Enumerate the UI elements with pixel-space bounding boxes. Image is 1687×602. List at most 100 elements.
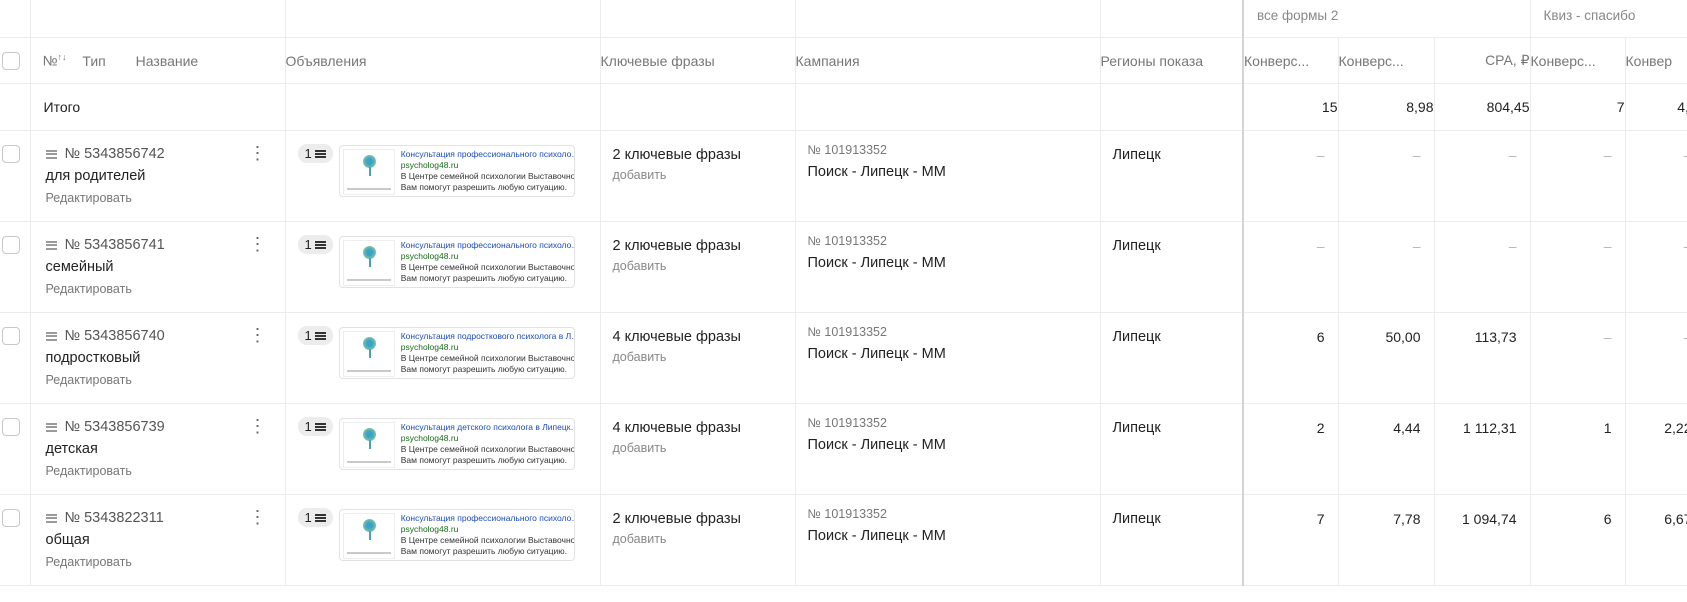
campaign-name[interactable]: Поиск - Липецк - ММ [808, 164, 1100, 180]
ad-body: В Центре семейной психологии Выставочной… [400, 262, 575, 283]
metric-value: 7,78 [1393, 511, 1421, 527]
header-phrases[interactable]: Ключевые фразы [600, 37, 796, 84]
row-checkbox[interactable] [2, 509, 20, 527]
more-menu-icon[interactable]: ⋮ [249, 235, 267, 253]
region: Липецк [1112, 329, 1161, 345]
ad-preview[interactable]: Консультация детского психолога в Липецк… [338, 418, 575, 470]
ad-domain: psycholog48.ru [400, 251, 459, 261]
header-regions[interactable]: Регионы показа [1100, 37, 1244, 84]
header-conversions-4[interactable]: Конвер [1625, 37, 1687, 84]
ad-preview[interactable]: Консультация подросткового психолога в Л… [338, 327, 575, 379]
table-row: № 5343822311 общая Редактировать ⋮ 1 Консульт… [0, 494, 1687, 586]
group-name[interactable]: семейный [46, 259, 285, 275]
table-row: № 5343856742 для родителей Редактировать ⋮ 1… [0, 130, 1687, 222]
edit-link[interactable]: Редактировать [46, 373, 285, 387]
metric-value: – [1316, 238, 1325, 254]
row-checkbox[interactable] [2, 145, 20, 163]
group-header-all-forms: все формы 2 [1242, 0, 1531, 38]
edit-link[interactable]: Редактировать [46, 464, 285, 478]
phrases-count[interactable]: 4 ключевые фразы [613, 420, 795, 436]
ad-body: В Центре семейной психологии Выставочной… [400, 171, 575, 192]
group-name[interactable]: подростковый [46, 350, 285, 366]
add-phrases-link[interactable]: добавить [613, 532, 795, 546]
header-id[interactable]: №↑↓ [43, 52, 67, 69]
ad-title: Консультация детского психолога в Липецк… [400, 422, 575, 432]
metric-value: – [1412, 238, 1421, 254]
table-row: № 5343856740 подростковый Редактировать ⋮ 1 К… [0, 312, 1687, 404]
select-all-checkbox[interactable] [2, 51, 20, 70]
phrases-count[interactable]: 4 ключевые фразы [613, 329, 795, 345]
campaign-id: № 101913352 [807, 234, 887, 248]
phrases-count[interactable]: 2 ключевые фразы [613, 147, 795, 163]
more-menu-icon[interactable]: ⋮ [249, 144, 267, 162]
region: Липецк [1112, 511, 1161, 527]
group-name[interactable]: детская [46, 441, 285, 457]
ad-body: В Центре семейной психологии Выставочной… [400, 535, 575, 556]
header-conversions-3[interactable]: Конверс... [1530, 37, 1626, 84]
ads-count-badge[interactable]: 1 [297, 508, 333, 527]
campaign-name[interactable]: Поиск - Липецк - ММ [808, 437, 1100, 453]
ad-groups-table: все формы 2 Квиз - спасибо №↑↓ Тип Назва… [0, 0, 1687, 586]
list-icon [314, 331, 326, 340]
ad-preview[interactable]: Консультация профессионального психолога… [338, 509, 575, 561]
ads-count-badge[interactable]: 1 [297, 144, 333, 163]
ad-preview[interactable]: Консультация профессионального психолога… [338, 145, 575, 197]
ad-title: Консультация профессионального психолога… [400, 513, 575, 523]
group-name[interactable]: для родителей [46, 168, 285, 184]
campaign-name[interactable]: Поиск - Липецк - ММ [808, 255, 1100, 271]
metric-value: 2,22 [1664, 420, 1687, 436]
add-phrases-link[interactable]: добавить [613, 259, 795, 273]
metric-value: 1 112,31 [1463, 420, 1517, 436]
text-ad-type-icon [45, 513, 57, 523]
total-value: 15 [1242, 83, 1339, 131]
more-menu-icon[interactable]: ⋮ [249, 508, 267, 526]
text-ad-type-icon [45, 331, 57, 341]
add-phrases-link[interactable]: добавить [613, 350, 795, 364]
campaign-name[interactable]: Поиск - Липецк - ММ [808, 528, 1100, 544]
add-phrases-link[interactable]: добавить [613, 441, 795, 455]
row-checkbox[interactable] [2, 418, 20, 436]
ads-count-badge[interactable]: 1 [297, 326, 333, 345]
phrases-count[interactable]: 2 ключевые фразы [613, 238, 795, 254]
header-name[interactable]: Название [136, 53, 199, 69]
edit-link[interactable]: Редактировать [46, 191, 285, 205]
phrases-count[interactable]: 2 ключевые фразы [613, 511, 795, 527]
metric-value: – [1626, 222, 1687, 254]
text-ad-type-icon [45, 422, 57, 432]
metric-value: – [1626, 313, 1687, 345]
ads-count-badge[interactable]: 1 [297, 235, 333, 254]
row-checkbox[interactable] [2, 327, 20, 345]
table-row: № 5343856741 семейный Редактировать ⋮ 1 Консу… [0, 221, 1687, 313]
add-phrases-link[interactable]: добавить [613, 168, 795, 182]
campaign-id: № 101913352 [807, 507, 887, 521]
ad-preview[interactable]: Консультация профессионального психолога… [338, 236, 575, 288]
header-conversions-1[interactable]: Конверс... [1242, 37, 1339, 84]
ad-logo-icon [342, 240, 395, 286]
more-menu-icon[interactable]: ⋮ [249, 417, 267, 435]
ad-logo-icon [342, 331, 395, 377]
metric-value: 6 [1316, 329, 1325, 345]
campaign-name[interactable]: Поиск - Липецк - ММ [808, 346, 1100, 362]
edit-link[interactable]: Редактировать [46, 555, 285, 569]
ad-logo-icon [342, 149, 395, 195]
more-menu-icon[interactable]: ⋮ [249, 326, 267, 344]
list-icon [314, 422, 326, 431]
metric-value: – [1603, 329, 1612, 345]
header-type[interactable]: Тип [82, 53, 105, 69]
text-ad-type-icon [45, 149, 57, 159]
group-name[interactable]: общая [46, 532, 285, 548]
ads-count-badge[interactable]: 1 [297, 417, 333, 436]
header-cpa[interactable]: CPA, ₽ [1434, 37, 1531, 84]
edit-link[interactable]: Редактировать [46, 282, 285, 296]
header-ads[interactable]: Объявления [285, 37, 601, 84]
sort-icon[interactable]: ↑↓ [58, 52, 67, 62]
row-checkbox[interactable] [2, 236, 20, 254]
list-icon [314, 513, 326, 522]
header-conversions-2[interactable]: Конверс... [1338, 37, 1435, 84]
ad-domain: psycholog48.ru [400, 433, 459, 443]
metric-value: – [1603, 147, 1612, 163]
total-label: Итого [30, 83, 286, 131]
text-ad-type-icon [45, 240, 57, 250]
total-value: 8,98 [1338, 83, 1435, 131]
header-campaign[interactable]: Кампания [795, 37, 1101, 84]
